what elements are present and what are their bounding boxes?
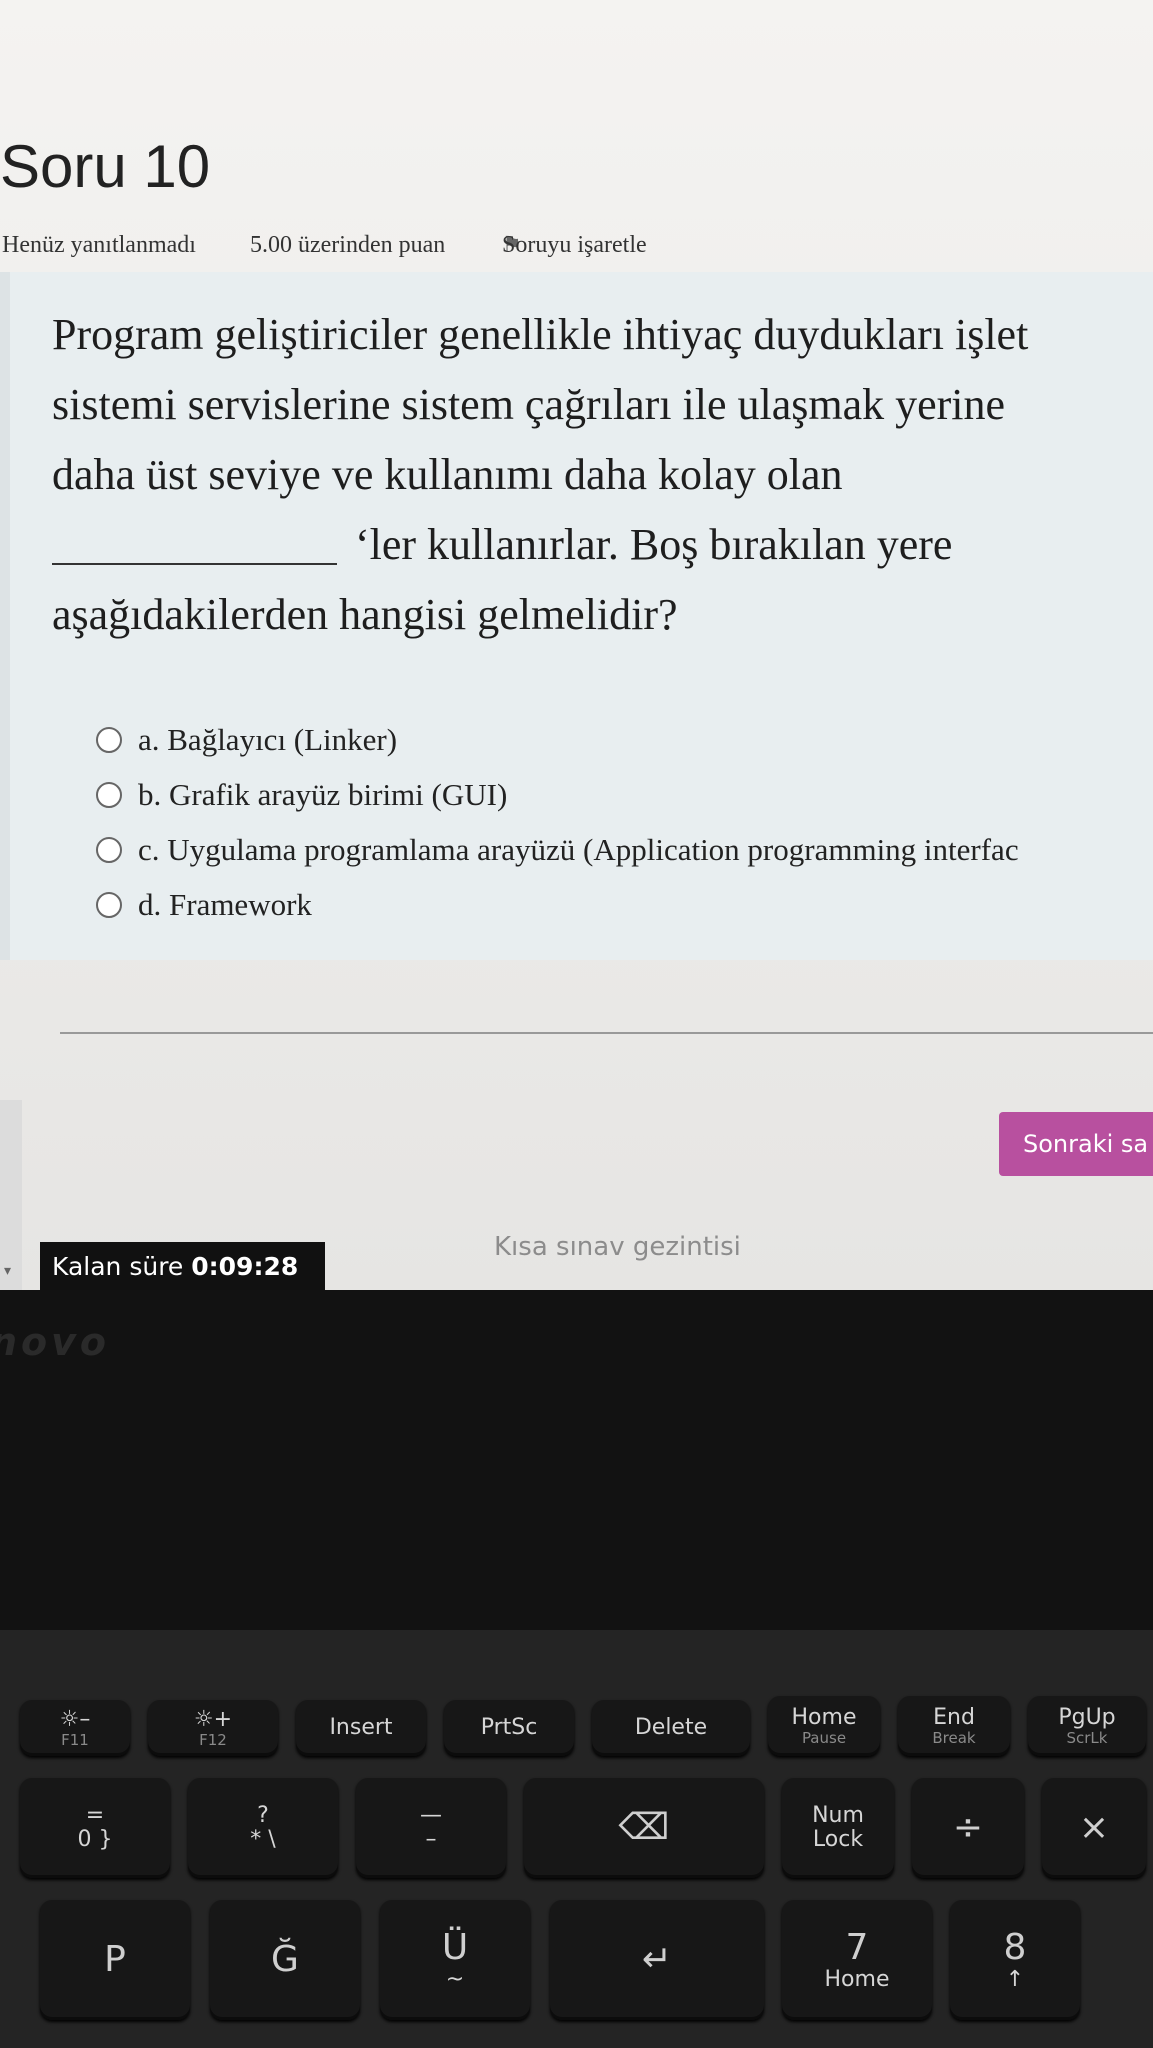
- question-text: Program geliştiriciler genellikle ihtiya…: [52, 300, 1153, 650]
- key-question-star[interactable]: ? * \: [188, 1778, 338, 1878]
- divider: [60, 1032, 1153, 1034]
- key-u-umlaut[interactable]: Ü ~: [380, 1900, 530, 2020]
- key-label: PrtSc: [480, 1714, 538, 1740]
- key-label: Num: [812, 1802, 864, 1828]
- enter-icon: ↵: [641, 1939, 673, 1981]
- fill-blank: [52, 515, 337, 565]
- key-sub-label: Lock: [812, 1827, 864, 1852]
- key-g-breve[interactable]: Ğ: [210, 1900, 360, 2020]
- key-sub-label: Break: [932, 1728, 976, 1747]
- arrow-up-icon: ↑: [1005, 1966, 1025, 1992]
- key-prtsc[interactable]: PrtSc: [444, 1700, 574, 1756]
- answer-option-a[interactable]: a. Bağlayıcı (Linker): [96, 712, 1019, 767]
- answer-option-c[interactable]: c. Uygulama programlama arayüzü (Applica…: [96, 822, 1019, 877]
- key-label: Ğ: [271, 1939, 299, 1981]
- answer-label: d. Framework: [138, 886, 312, 922]
- key-label: 8: [1003, 1927, 1027, 1969]
- question-points: 5.00 üzerinden puan: [250, 232, 446, 258]
- key-8-up[interactable]: 8 ↑: [950, 1900, 1080, 2020]
- key-label: Home: [791, 1704, 857, 1730]
- chevron-down-icon[interactable]: ▾: [4, 1262, 11, 1279]
- key-enter[interactable]: ↵: [550, 1900, 764, 2020]
- time-remaining: Kalan süre 0:09:28: [40, 1242, 325, 1290]
- answer-label: b. Grafik arayüz birimi (GUI): [138, 776, 508, 812]
- key-multiply[interactable]: ×: [1042, 1778, 1146, 1878]
- key-label: P: [104, 1939, 126, 1981]
- timer-label: Kalan süre: [52, 1252, 184, 1281]
- key-7-home[interactable]: 7 Home: [782, 1900, 932, 2020]
- question-line-2: sistemi servislerine sistem çağrıları il…: [52, 380, 1006, 429]
- radio-button[interactable]: [96, 726, 122, 753]
- key-sub-label: F12: [199, 1730, 227, 1749]
- key-label: Insert: [329, 1714, 393, 1740]
- question-line-4-text: ‘ler kullanırlar. Boş bırakılan yere: [355, 520, 953, 569]
- screen: Soru 10 Henüz yanıtlanmadı 5.00 üzerinde…: [0, 0, 1153, 1290]
- key-label: =: [85, 1802, 105, 1828]
- multiply-icon: ×: [1078, 1807, 1110, 1849]
- key-f12[interactable]: ☼+ F12: [148, 1700, 278, 1756]
- brand-logo: novo: [0, 1320, 111, 1364]
- keyboard-deck: ☼– F11 ☼+ F12 Insert PrtSc Delete Home P…: [0, 1630, 1153, 2048]
- answer-label: c. Uygulama programlama arayüzü (Applica…: [138, 831, 1019, 867]
- key-backspace[interactable]: ⌫: [524, 1778, 764, 1878]
- divide-icon: ÷: [952, 1807, 984, 1849]
- flag-question-label: Soruyu işaretle: [502, 232, 647, 258]
- question-line-3: daha üst seviye ve kullanımı daha kolay …: [52, 450, 843, 499]
- answer-options: a. Bağlayıcı (Linker) b. Grafik arayüz b…: [96, 712, 1019, 932]
- laptop-bezel: [0, 1290, 1153, 1630]
- question-line-5: aşağıdakilerden hangisi gelmelidir?: [52, 590, 678, 639]
- answer-option-b[interactable]: b. Grafik arayüz birimi (GUI): [96, 767, 1019, 822]
- key-divide[interactable]: ÷: [912, 1778, 1024, 1878]
- next-page-button[interactable]: Sonraki sa: [999, 1112, 1153, 1176]
- key-p[interactable]: P: [40, 1900, 190, 2020]
- key-sub-label: –: [425, 1827, 437, 1852]
- key-f11[interactable]: ☼– F11: [20, 1700, 130, 1756]
- radio-button[interactable]: [96, 836, 122, 863]
- brightness-up-icon: ☼+: [193, 1706, 233, 1732]
- key-delete[interactable]: Delete: [592, 1700, 750, 1756]
- key-label: End: [933, 1704, 975, 1730]
- question-title: Soru 10: [0, 133, 211, 200]
- answer-option-d[interactable]: d. Framework: [96, 877, 1019, 932]
- question-line-4: ‘ler kullanırlar. Boş bırakılan yere: [52, 510, 1153, 580]
- key-end-break[interactable]: End Break: [898, 1696, 1010, 1756]
- question-line-1: Program geliştiriciler genellikle ihtiya…: [52, 310, 1029, 359]
- key-sub-label: ScrLk: [1066, 1728, 1108, 1747]
- key-num-lock[interactable]: Num Lock: [782, 1778, 894, 1878]
- key-label: 7: [845, 1927, 869, 1969]
- key-sub-label: ~: [445, 1966, 465, 1992]
- question-status: Henüz yanıtlanmadı: [2, 232, 196, 258]
- key-label: ?: [257, 1802, 269, 1828]
- key-sub-label: F11: [61, 1730, 89, 1749]
- key-home-pause[interactable]: Home Pause: [768, 1696, 880, 1756]
- key-sub-label: 0 }: [77, 1827, 113, 1852]
- key-label: PgUp: [1058, 1704, 1116, 1730]
- key-sub-label: Home: [824, 1966, 890, 1992]
- key-0-equals[interactable]: = 0 }: [20, 1778, 170, 1878]
- key-pgup-scrlk[interactable]: PgUp ScrLk: [1028, 1696, 1146, 1756]
- quiz-navigation-link[interactable]: Kısa sınav gezintisi: [494, 1232, 741, 1262]
- key-insert[interactable]: Insert: [296, 1700, 426, 1756]
- key-sub-label: * \: [250, 1827, 276, 1852]
- timer-value: 0:09:28: [191, 1252, 299, 1281]
- backspace-icon: ⌫: [618, 1807, 670, 1849]
- key-dash[interactable]: — –: [356, 1778, 506, 1878]
- radio-button[interactable]: [96, 891, 122, 918]
- brightness-down-icon: ☼–: [59, 1706, 91, 1732]
- answer-label: a. Bağlayıcı (Linker): [138, 721, 398, 757]
- key-label: —: [420, 1802, 442, 1828]
- key-sub-label: Pause: [801, 1728, 847, 1747]
- key-label: Delete: [634, 1714, 708, 1740]
- key-label: Ü: [441, 1927, 469, 1969]
- radio-button[interactable]: [96, 781, 122, 808]
